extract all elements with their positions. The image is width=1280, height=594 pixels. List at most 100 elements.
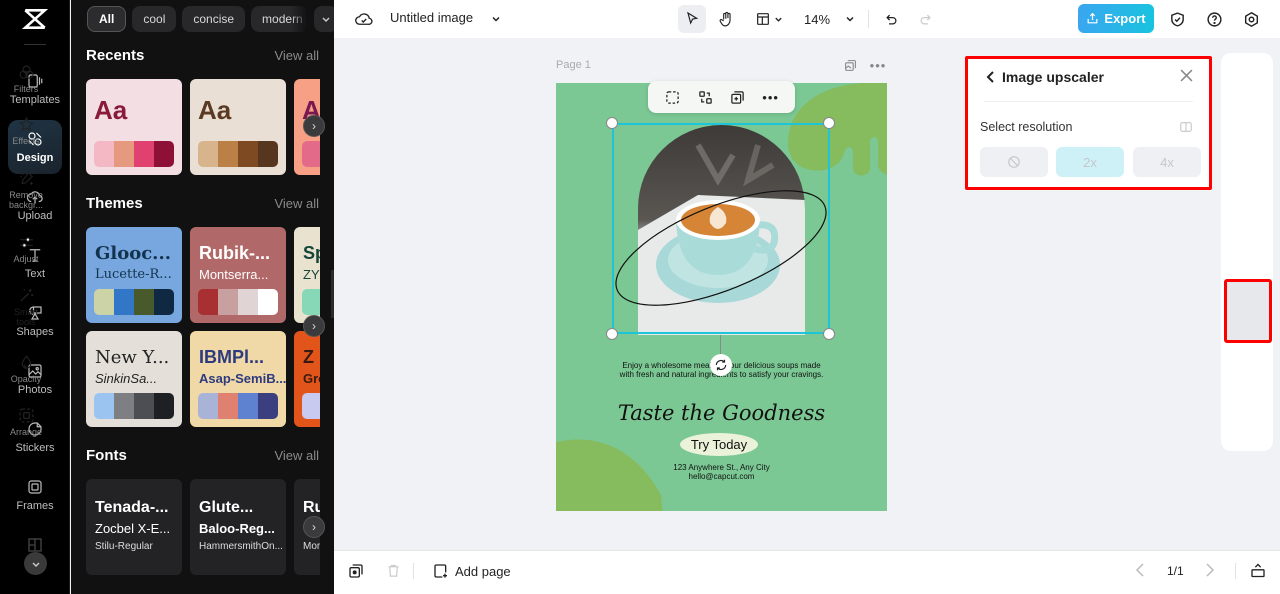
theme-card[interactable]: Sp ZY xyxy=(294,227,320,323)
resize-handle-bottom-left[interactable] xyxy=(606,328,618,340)
orbit-ellipse xyxy=(615,190,827,306)
rail-label: Frames xyxy=(16,500,54,512)
chip-concise[interactable]: concise xyxy=(182,6,246,32)
palette-swatch xyxy=(94,289,114,315)
palette-swatch xyxy=(258,393,278,419)
tool-opacity[interactable]: Opacity xyxy=(0,354,52,384)
prev-page-button[interactable] xyxy=(1134,563,1146,577)
zoom-dropdown-icon[interactable] xyxy=(843,12,857,26)
resize-handle-top-right[interactable] xyxy=(823,117,835,129)
page-label: Page 1 xyxy=(556,59,591,71)
tool-label: Filters xyxy=(13,84,39,94)
font-f1-text: Glute... xyxy=(199,499,254,516)
cloud-saved-icon[interactable] xyxy=(354,10,374,28)
rail-more-button[interactable] xyxy=(24,552,47,575)
themes-next-button[interactable]: › xyxy=(303,315,325,337)
next-page-button[interactable] xyxy=(1204,563,1216,577)
theme-card[interactable]: IBMPl... Asap-SemiB... xyxy=(190,331,286,427)
recents-row: Aa Aa A xyxy=(86,79,320,177)
chip-all[interactable]: All xyxy=(87,6,127,32)
resolution-4x-button[interactable]: 4x xyxy=(1133,147,1201,177)
font-combo-card[interactable]: Tenada-... Zocbel X-E... Stilu-Regular xyxy=(86,479,182,575)
chip-modern[interactable]: modern xyxy=(251,6,309,32)
add-page-button[interactable]: Add page xyxy=(433,563,511,579)
chips-expand-button[interactable] xyxy=(314,6,334,32)
resolution-2x-button[interactable]: 2x xyxy=(1056,147,1124,177)
delete-page-button[interactable] xyxy=(386,563,401,578)
hand-tool-button[interactable] xyxy=(714,7,738,31)
collapse-pages-button[interactable] xyxy=(1250,562,1266,579)
palette-swatch xyxy=(154,289,174,315)
design-page[interactable]: Enjoy a wholesome meal with our deliciou… xyxy=(556,83,887,511)
font-f2-text: Baloo-Reg... xyxy=(199,521,275,536)
smart-crop-button[interactable] xyxy=(662,87,682,107)
shield-button[interactable] xyxy=(1166,8,1188,30)
export-button[interactable]: Export xyxy=(1078,4,1154,33)
document-title[interactable]: Untitled image xyxy=(390,10,473,25)
fonts-view-all[interactable]: View all xyxy=(274,448,319,463)
fonts-next-button[interactable]: › xyxy=(303,516,325,538)
page-duplicate-button[interactable] xyxy=(843,58,857,72)
tool-smart-tools[interactable]: Smart tools xyxy=(0,287,52,327)
page-more-button[interactable]: ••• xyxy=(870,58,886,73)
rail-divider xyxy=(24,44,46,45)
smart-tools-highlight xyxy=(1224,279,1272,343)
close-icon[interactable] xyxy=(1180,69,1193,87)
headline-text[interactable]: Taste the Goodness xyxy=(556,401,887,425)
theme-card[interactable]: Rubik-... Montserra... xyxy=(190,227,286,323)
theme-card[interactable]: Glooc... Lucette-R... xyxy=(86,227,182,323)
themes-view-all[interactable]: View all xyxy=(274,196,319,211)
undo-button[interactable] xyxy=(880,8,902,30)
more-button[interactable]: ••• xyxy=(761,87,781,107)
upscaler-header[interactable]: Image upscaler xyxy=(986,69,1104,85)
tool-effects[interactable]: Effects xyxy=(0,116,52,146)
capcut-logo-icon[interactable] xyxy=(22,6,48,32)
recent-style-card[interactable]: Aa xyxy=(86,79,182,175)
effects-icon xyxy=(18,116,34,132)
export-label: Export xyxy=(1104,11,1146,26)
resize-handle-top-left[interactable] xyxy=(606,117,618,129)
filters-icon xyxy=(19,65,33,79)
fonts-title: Fonts xyxy=(86,447,127,464)
select-tool-button[interactable] xyxy=(678,5,706,33)
recent-style-card[interactable]: Aa xyxy=(190,79,286,175)
page-manager-button[interactable] xyxy=(348,563,364,579)
resize-handle-bottom-right[interactable] xyxy=(823,328,835,340)
tool-remove-background[interactable]: Remove backgr... xyxy=(0,170,52,210)
title-dropdown-icon[interactable] xyxy=(489,12,503,26)
color-palette xyxy=(94,141,174,167)
palette-swatch xyxy=(218,141,238,167)
rail-item-frames[interactable]: Frames xyxy=(8,468,62,522)
zoom-level[interactable]: 14% xyxy=(800,10,834,28)
resolution-none-button[interactable] xyxy=(980,147,1048,177)
duplicate-button[interactable] xyxy=(728,87,748,107)
theme-card[interactable]: New Y... SinkinSa... xyxy=(86,331,182,427)
replace-button[interactable] xyxy=(695,87,715,107)
cta-pill[interactable]: Try Today xyxy=(680,433,758,456)
layout-menu-button[interactable] xyxy=(752,7,786,31)
font-f1-text: Ru xyxy=(303,499,320,516)
help-button[interactable] xyxy=(1203,8,1225,30)
redo-button[interactable] xyxy=(914,8,936,30)
tool-filters[interactable]: Filters xyxy=(0,64,52,94)
tool-adjust[interactable]: Adjust xyxy=(0,234,52,264)
recents-view-all[interactable]: View all xyxy=(274,48,319,63)
chip-cool[interactable]: cool xyxy=(132,6,177,32)
rotate-handle[interactable] xyxy=(710,354,732,376)
font-f2-text: Zocbel X-E... xyxy=(95,521,171,536)
recents-next-button[interactable]: › xyxy=(303,115,325,137)
arrange-icon xyxy=(18,408,34,423)
rail-label: Design xyxy=(16,152,54,164)
theme-heading-font: Rubik-... xyxy=(199,243,270,263)
back-arrow-icon[interactable] xyxy=(986,71,996,83)
settings-button[interactable] xyxy=(1240,8,1262,30)
palette-swatch xyxy=(154,393,174,419)
address-text[interactable]: 123 Anywhere St., Any City hello@capcut.… xyxy=(556,463,887,481)
theme-body-font: Gro xyxy=(303,371,320,386)
tool-arrange[interactable]: Arrange xyxy=(0,407,52,437)
theme-card[interactable]: Z Gro xyxy=(294,331,320,427)
font-combo-card[interactable]: Glute... Baloo-Reg... HammersmithOn... xyxy=(190,479,286,575)
adjust-icon xyxy=(19,237,33,248)
compare-icon[interactable] xyxy=(1179,120,1193,134)
pages-icon xyxy=(349,564,363,578)
